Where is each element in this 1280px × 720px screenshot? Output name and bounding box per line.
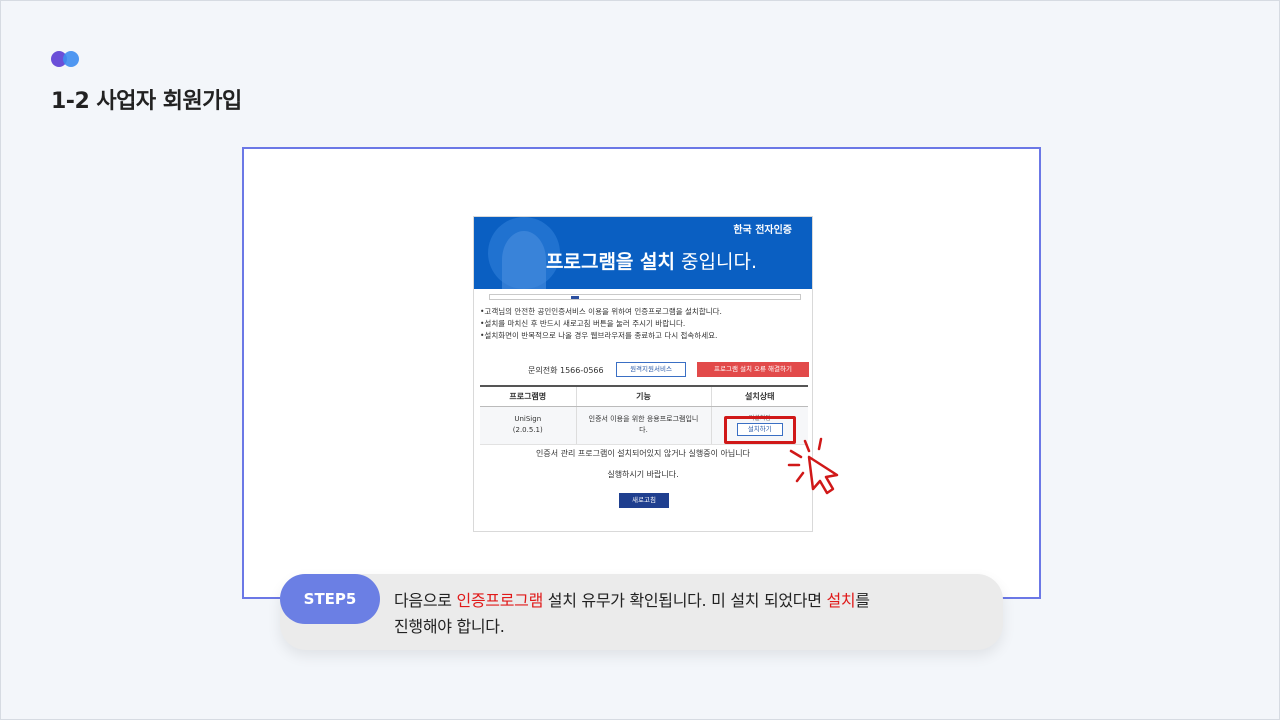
remote-support-button[interactable]: 원격지원서비스 [616, 362, 686, 377]
installer-window: 한국 전자인증 프로그램을 설치 중입니다. •고객님의 안전한 공인인증서비스… [473, 216, 813, 532]
step-bar: STEP5 다음으로 인증프로그램 설치 유무가 확인됩니다. 미 설치 되었다… [280, 574, 1003, 650]
page-title: 1-2 사업자 회원가입 [51, 89, 242, 114]
column-header-status: 설치상태 [710, 385, 808, 407]
install-progress-bar [489, 294, 801, 300]
fix-install-error-button[interactable]: 프로그램 설치 오류 해결하기 [697, 362, 809, 377]
logo-dots-icon [51, 51, 83, 67]
step-badge: STEP5 [280, 574, 380, 624]
installer-headline: 프로그램을 설치 중입니다. [546, 251, 757, 273]
click-cursor-icon [787, 437, 839, 495]
contact-row: 문의전화 1566-0566 원격지원서비스 프로그램 설치 오류 해결하기 [474, 362, 812, 378]
screenshot-frame: 한국 전자인증 프로그램을 설치 중입니다. •고객님의 안전한 공인인증서비스… [242, 147, 1041, 599]
contact-phone: 문의전화 1566-0566 [528, 366, 604, 375]
column-header-program-name: 프로그램명 [480, 385, 576, 407]
column-header-function: 기능 [575, 385, 711, 407]
program-function-cell: 인증서 이용을 위한 응용프로그램입니 다. [575, 406, 711, 445]
run-request-message: 실행하시기 바랍니다. [607, 470, 679, 479]
not-installed-message: 인증서 관리 프로그램이 설치되어있지 않거나 실행중이 아닙니다 [536, 449, 750, 458]
refresh-button[interactable]: 새로고침 [619, 493, 669, 508]
install-progress-fill [571, 296, 579, 299]
brand-logo: 한국 전자인증 [733, 225, 792, 236]
step-description: 다음으로 인증프로그램 설치 유무가 확인됩니다. 미 설치 되었다면 설치를 진… [394, 591, 870, 636]
installer-banner: 한국 전자인증 프로그램을 설치 중입니다. [474, 217, 812, 289]
program-name-cell: UniSign (2.0.5.1) [480, 406, 576, 445]
install-notice: •고객님의 안전한 공인인증서비스 이용을 위하여 인증프로그램을 설치합니다.… [480, 307, 722, 340]
